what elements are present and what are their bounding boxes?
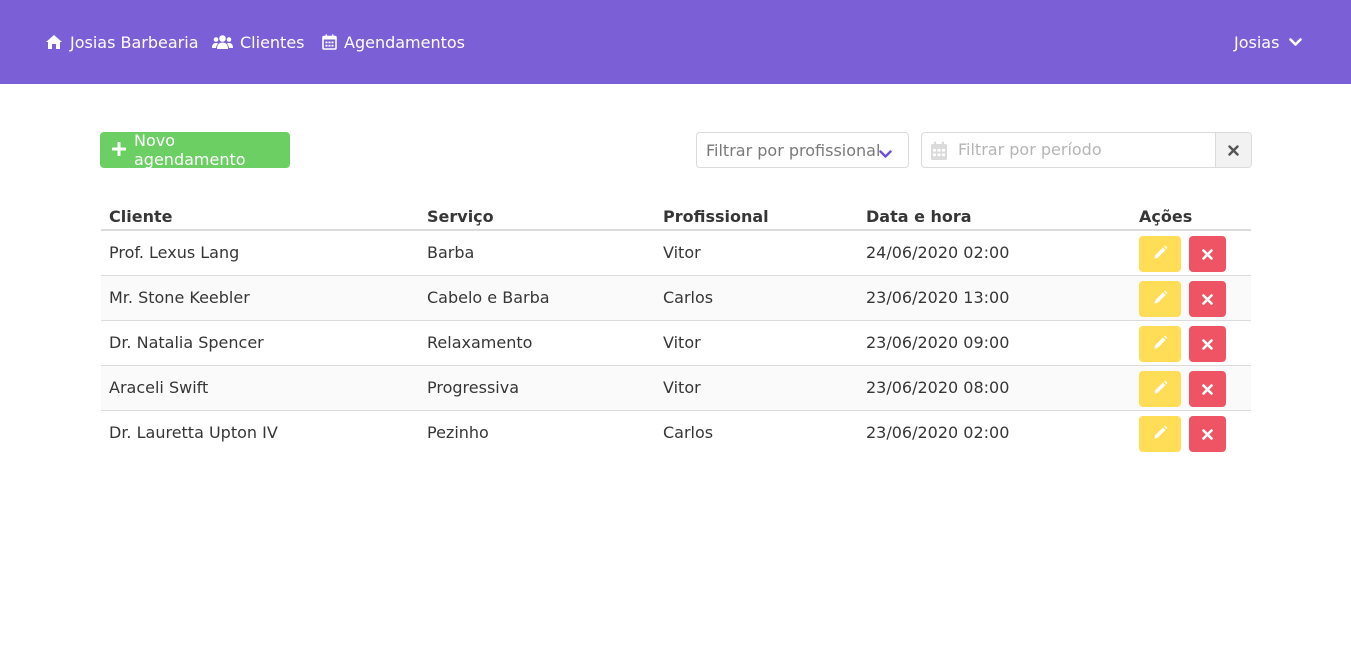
cell-professional: Vitor: [663, 378, 701, 397]
chevron-down-icon: [1279, 37, 1303, 47]
pencil-icon: [1153, 245, 1168, 264]
cell-professional: Vitor: [663, 243, 701, 262]
table-row: Araceli Swift Progressiva Vitor 23/06/2020 …: [101, 366, 1251, 411]
cell-professional: Vitor: [663, 333, 701, 352]
cell-service: Progressiva: [427, 378, 519, 397]
cell-service: Pezinho: [427, 423, 489, 442]
professional-filter-label: Filtrar por profissional: [706, 140, 881, 160]
cell-service: Barba: [427, 243, 475, 262]
cell-client: Prof. Lexus Lang: [109, 243, 240, 262]
home-icon: [45, 34, 63, 50]
table-body: Prof. Lexus Lang Barba Vitor 24/06/2020 02:…: [101, 231, 1251, 456]
nav-appointments-label: Agendamentos: [344, 32, 466, 52]
delete-button[interactable]: [1189, 281, 1226, 317]
cell-service: Cabelo e Barba: [427, 288, 550, 307]
top-navbar: Josias Barbearia Clientes Agendamentos J…: [0, 0, 1351, 84]
nav-clients-label: Clientes: [240, 32, 305, 52]
nav-appointments-link[interactable]: Agendamentos: [322, 0, 465, 84]
column-header-actions: Ações: [1139, 207, 1193, 226]
appointments-table: Cliente Serviço Profissional Data e hora…: [101, 200, 1251, 456]
table-row: Dr. Natalia Spencer Relaxamento Vitor 23/06…: [101, 321, 1251, 366]
new-appointment-label: Novo agendamento: [134, 131, 246, 169]
column-header-datetime: Data e hora: [866, 207, 972, 226]
cell-client: Mr. Stone Keebler: [109, 288, 250, 307]
nav-brand-label: Josias Barbearia: [70, 32, 199, 52]
cell-client: Dr. Natalia Spencer: [109, 333, 264, 352]
close-icon: [1202, 380, 1213, 399]
edit-button[interactable]: [1139, 371, 1181, 407]
professional-filter-select[interactable]: Filtrar por profissional: [696, 132, 909, 168]
cell-datetime: 23/06/2020 09:00: [866, 333, 1010, 352]
chevron-down-icon: [879, 144, 892, 163]
table-row: Dr. Lauretta Upton IV Pezinho Carlos 23/06/…: [101, 411, 1251, 456]
cell-datetime: 23/06/2020 08:00: [866, 378, 1010, 397]
delete-button[interactable]: [1189, 326, 1226, 362]
pencil-icon: [1153, 425, 1168, 444]
user-menu[interactable]: Josias: [1234, 0, 1303, 84]
close-icon: [1228, 141, 1239, 160]
period-filter-clear-button[interactable]: [1215, 133, 1251, 167]
cell-service: Relaxamento: [427, 333, 533, 352]
cell-professional: Carlos: [663, 288, 714, 307]
close-icon: [1202, 425, 1213, 444]
close-icon: [1202, 335, 1213, 354]
cell-professional: Carlos: [663, 423, 714, 442]
edit-button[interactable]: [1139, 236, 1181, 272]
cell-datetime: 24/06/2020 02:00: [866, 243, 1010, 262]
close-icon: [1202, 290, 1213, 309]
pencil-icon: [1153, 380, 1168, 399]
calendar-icon: [322, 34, 337, 50]
delete-button[interactable]: [1189, 371, 1226, 407]
plus-icon: [111, 141, 127, 160]
user-name: Josias: [1234, 32, 1280, 52]
cell-client: Araceli Swift: [109, 378, 209, 397]
table-row: Mr. Stone Keebler Cabelo e Barba Carlos 23/…: [101, 276, 1251, 321]
delete-button[interactable]: [1189, 236, 1226, 272]
cell-client: Dr. Lauretta Upton IV: [109, 423, 278, 442]
column-header-service: Serviço: [427, 207, 494, 226]
calendar-icon: [930, 141, 948, 165]
pencil-icon: [1153, 290, 1168, 309]
edit-button[interactable]: [1139, 326, 1181, 362]
edit-button[interactable]: [1139, 281, 1181, 317]
new-appointment-button[interactable]: Novo agendamento: [100, 131, 290, 169]
column-header-professional: Profissional: [663, 207, 769, 226]
column-header-client: Cliente: [109, 207, 173, 226]
cell-datetime: 23/06/2020 02:00: [866, 423, 1010, 442]
period-filter-placeholder: Filtrar por período: [958, 140, 1102, 159]
period-filter-field[interactable]: Filtrar por período: [921, 132, 1252, 168]
nav-clients-link[interactable]: Clientes: [212, 0, 305, 84]
nav-brand-link[interactable]: Josias Barbearia: [45, 0, 199, 84]
table-row: Prof. Lexus Lang Barba Vitor 24/06/2020 02:…: [101, 231, 1251, 276]
pencil-icon: [1153, 335, 1168, 354]
delete-button[interactable]: [1189, 416, 1226, 452]
users-icon: [212, 34, 233, 50]
edit-button[interactable]: [1139, 416, 1181, 452]
close-icon: [1202, 245, 1213, 264]
table-header: Cliente Serviço Profissional Data e hora…: [101, 200, 1251, 231]
cell-datetime: 23/06/2020 13:00: [866, 288, 1010, 307]
